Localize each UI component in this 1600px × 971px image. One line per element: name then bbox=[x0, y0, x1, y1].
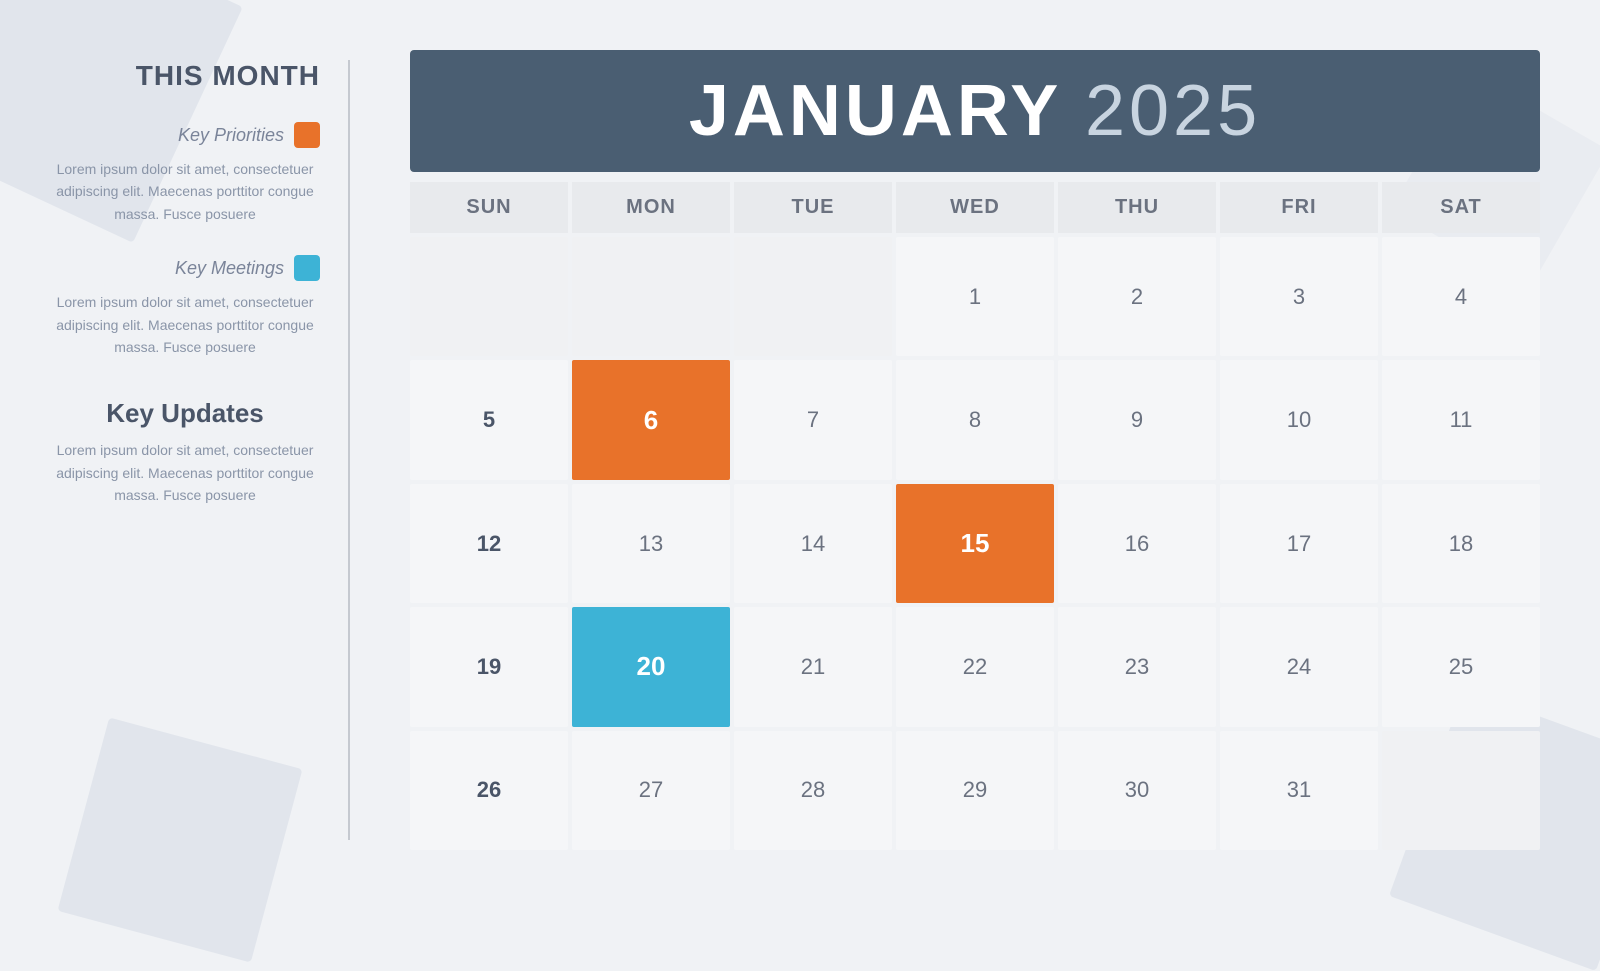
calendar-cell-w1-d5[interactable]: 2 bbox=[1058, 237, 1216, 356]
key-updates-text: Lorem ipsum dolor sit amet, consectetuer… bbox=[50, 439, 320, 506]
calendar-week-2: 567891011 bbox=[410, 360, 1540, 479]
calendar-grid: SUN MON TUE WED THU FRI SAT 123456789101… bbox=[410, 182, 1540, 850]
sidebar-title: THIS MONTH bbox=[50, 60, 320, 92]
calendar-cell-w3-d3[interactable]: 14 bbox=[734, 484, 892, 603]
calendar-cell-w5-d4[interactable]: 29 bbox=[896, 731, 1054, 850]
calendar-cell-w3-d2[interactable]: 13 bbox=[572, 484, 730, 603]
calendar-cell-w5-d2[interactable]: 27 bbox=[572, 731, 730, 850]
key-priorities-label: Key Priorities bbox=[178, 125, 284, 146]
calendar-cell-w1-d2[interactable] bbox=[572, 237, 730, 356]
calendar-cell-w2-d2[interactable]: 6 bbox=[572, 360, 730, 479]
key-priorities-section: Key Priorities Lorem ipsum dolor sit ame… bbox=[50, 122, 320, 225]
calendar-header: JANUARY 2025 bbox=[410, 50, 1540, 172]
calendar-cell-w4-d1[interactable]: 19 bbox=[410, 607, 568, 726]
calendar-cell-w4-d4[interactable]: 22 bbox=[896, 607, 1054, 726]
sidebar: THIS MONTH Key Priorities Lorem ipsum do… bbox=[0, 0, 350, 900]
day-header-mon: MON bbox=[572, 182, 730, 233]
page-container: THIS MONTH Key Priorities Lorem ipsum do… bbox=[0, 0, 1600, 900]
key-updates-title: Key Updates bbox=[50, 398, 320, 429]
calendar-cell-w5-d3[interactable]: 28 bbox=[734, 731, 892, 850]
calendar-week-1: 1234 bbox=[410, 237, 1540, 356]
calendar-cell-w4-d5[interactable]: 23 bbox=[1058, 607, 1216, 726]
calendar-cell-w3-d5[interactable]: 16 bbox=[1058, 484, 1216, 603]
key-meetings-header: Key Meetings bbox=[50, 255, 320, 281]
calendar-month: JANUARY bbox=[689, 71, 1061, 151]
calendar-week-5: 262728293031 bbox=[410, 731, 1540, 850]
calendar-cell-w5-d5[interactable]: 30 bbox=[1058, 731, 1216, 850]
key-updates-section: Key Updates Lorem ipsum dolor sit amet, … bbox=[50, 398, 320, 506]
calendar-cell-w2-d1[interactable]: 5 bbox=[410, 360, 568, 479]
calendar-cell-w3-d6[interactable]: 17 bbox=[1220, 484, 1378, 603]
calendar-days-header: SUN MON TUE WED THU FRI SAT bbox=[410, 182, 1540, 233]
key-meetings-dot bbox=[294, 255, 320, 281]
calendar-cell-w2-d5[interactable]: 9 bbox=[1058, 360, 1216, 479]
key-meetings-text: Lorem ipsum dolor sit amet, consectetuer… bbox=[50, 291, 320, 358]
calendar-cell-w5-d7[interactable] bbox=[1382, 731, 1540, 850]
calendar-cell-w5-d1[interactable]: 26 bbox=[410, 731, 568, 850]
calendar-year: 2025 bbox=[1085, 71, 1261, 151]
calendar-title: JANUARY 2025 bbox=[450, 70, 1500, 152]
day-header-wed: WED bbox=[896, 182, 1054, 233]
key-meetings-section: Key Meetings Lorem ipsum dolor sit amet,… bbox=[50, 255, 320, 358]
calendar-cell-w1-d4[interactable]: 1 bbox=[896, 237, 1054, 356]
calendar-cell-w2-d4[interactable]: 8 bbox=[896, 360, 1054, 479]
day-header-sun: SUN bbox=[410, 182, 568, 233]
calendar-cell-w3-d1[interactable]: 12 bbox=[410, 484, 568, 603]
calendar-cell-w4-d3[interactable]: 21 bbox=[734, 607, 892, 726]
day-header-sat: SAT bbox=[1382, 182, 1540, 233]
calendar-week-4: 19202122232425 bbox=[410, 607, 1540, 726]
calendar-cell-w3-d7[interactable]: 18 bbox=[1382, 484, 1540, 603]
day-header-fri: FRI bbox=[1220, 182, 1378, 233]
key-priorities-dot bbox=[294, 122, 320, 148]
main-content: JANUARY 2025 SUN MON TUE WED THU FRI SAT… bbox=[350, 0, 1600, 900]
calendar-cell-w2-d7[interactable]: 11 bbox=[1382, 360, 1540, 479]
calendar-cell-w1-d3[interactable] bbox=[734, 237, 892, 356]
sidebar-divider bbox=[348, 60, 350, 840]
calendar-cell-w4-d7[interactable]: 25 bbox=[1382, 607, 1540, 726]
calendar-cell-w5-d6[interactable]: 31 bbox=[1220, 731, 1378, 850]
day-header-thu: THU bbox=[1058, 182, 1216, 233]
calendar-cell-w4-d6[interactable]: 24 bbox=[1220, 607, 1378, 726]
key-meetings-label: Key Meetings bbox=[175, 258, 284, 279]
key-priorities-text: Lorem ipsum dolor sit amet, consectetuer… bbox=[50, 158, 320, 225]
calendar-cell-w2-d6[interactable]: 10 bbox=[1220, 360, 1378, 479]
calendar-weeks: 1234567891011121314151617181920212223242… bbox=[410, 237, 1540, 850]
calendar-cell-w2-d3[interactable]: 7 bbox=[734, 360, 892, 479]
calendar-week-3: 12131415161718 bbox=[410, 484, 1540, 603]
calendar-cell-w1-d7[interactable]: 4 bbox=[1382, 237, 1540, 356]
calendar-cell-w3-d4[interactable]: 15 bbox=[896, 484, 1054, 603]
calendar-cell-w1-d1[interactable] bbox=[410, 237, 568, 356]
calendar-cell-w4-d2[interactable]: 20 bbox=[572, 607, 730, 726]
calendar-cell-w1-d6[interactable]: 3 bbox=[1220, 237, 1378, 356]
key-priorities-header: Key Priorities bbox=[50, 122, 320, 148]
day-header-tue: TUE bbox=[734, 182, 892, 233]
